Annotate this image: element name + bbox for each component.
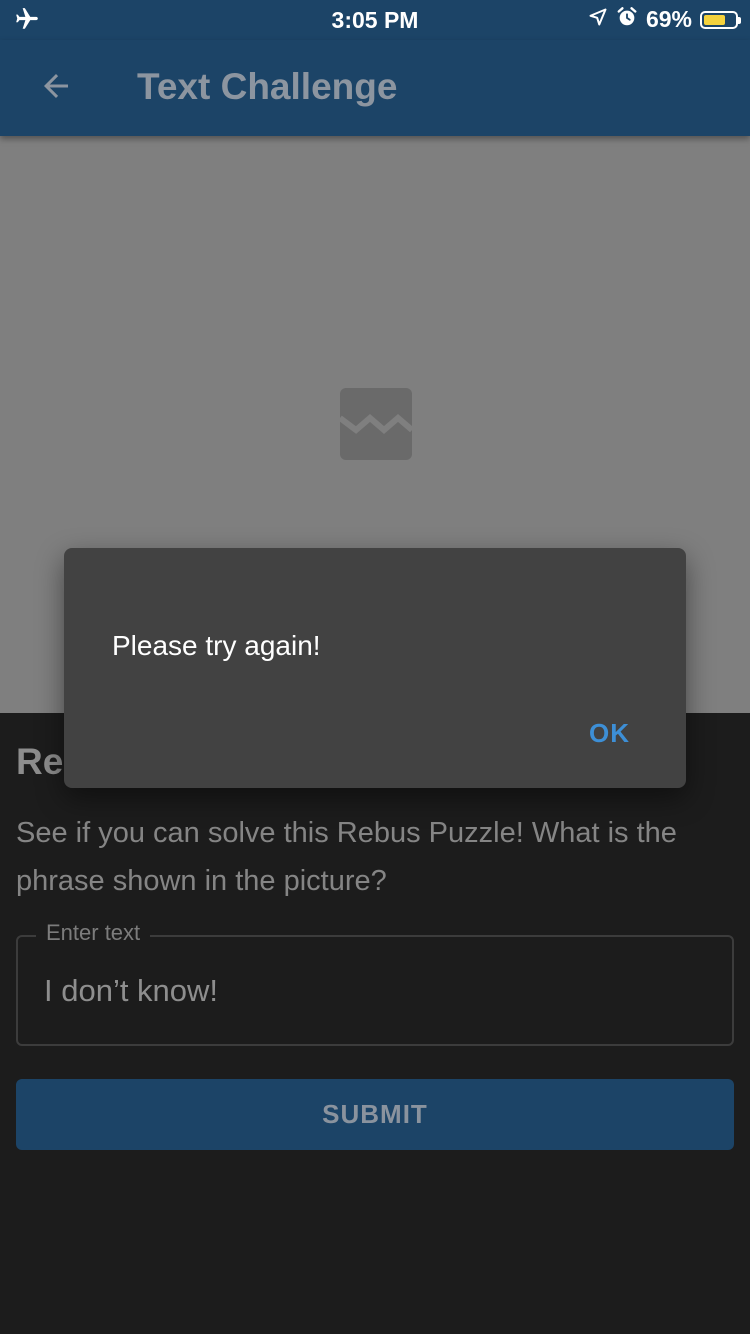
puzzle-content: Re See if you can solve this Rebus Puzzl… <box>0 713 750 1334</box>
page-title: Text Challenge <box>137 66 398 107</box>
answer-field[interactable]: Enter text I don’t know! <box>16 920 734 1046</box>
status-bar: 3:05 PM 69% <box>0 0 750 40</box>
arrow-left-icon <box>38 68 74 109</box>
battery-percent: 69% <box>645 6 692 32</box>
answer-input[interactable]: I don’t know! <box>44 973 218 1009</box>
battery-icon <box>700 10 741 29</box>
dialog-message: Please try again! <box>112 630 321 661</box>
answer-field-label: Enter text <box>36 920 151 946</box>
battery-fill <box>704 14 725 25</box>
location-arrow-icon <box>588 7 608 32</box>
alert-dialog: Please try again! OK <box>64 548 686 788</box>
ok-button[interactable]: OK <box>589 718 630 749</box>
puzzle-description: See if you can solve this Rebus Puzzle! … <box>16 817 677 897</box>
back-button[interactable] <box>28 62 84 114</box>
alarm-icon <box>616 6 638 33</box>
submit-button[interactable]: SUBMIT <box>16 1079 734 1150</box>
app-bar: Text Challenge <box>0 40 750 136</box>
puzzle-title: Re <box>16 741 64 782</box>
broken-image-icon <box>338 388 414 460</box>
